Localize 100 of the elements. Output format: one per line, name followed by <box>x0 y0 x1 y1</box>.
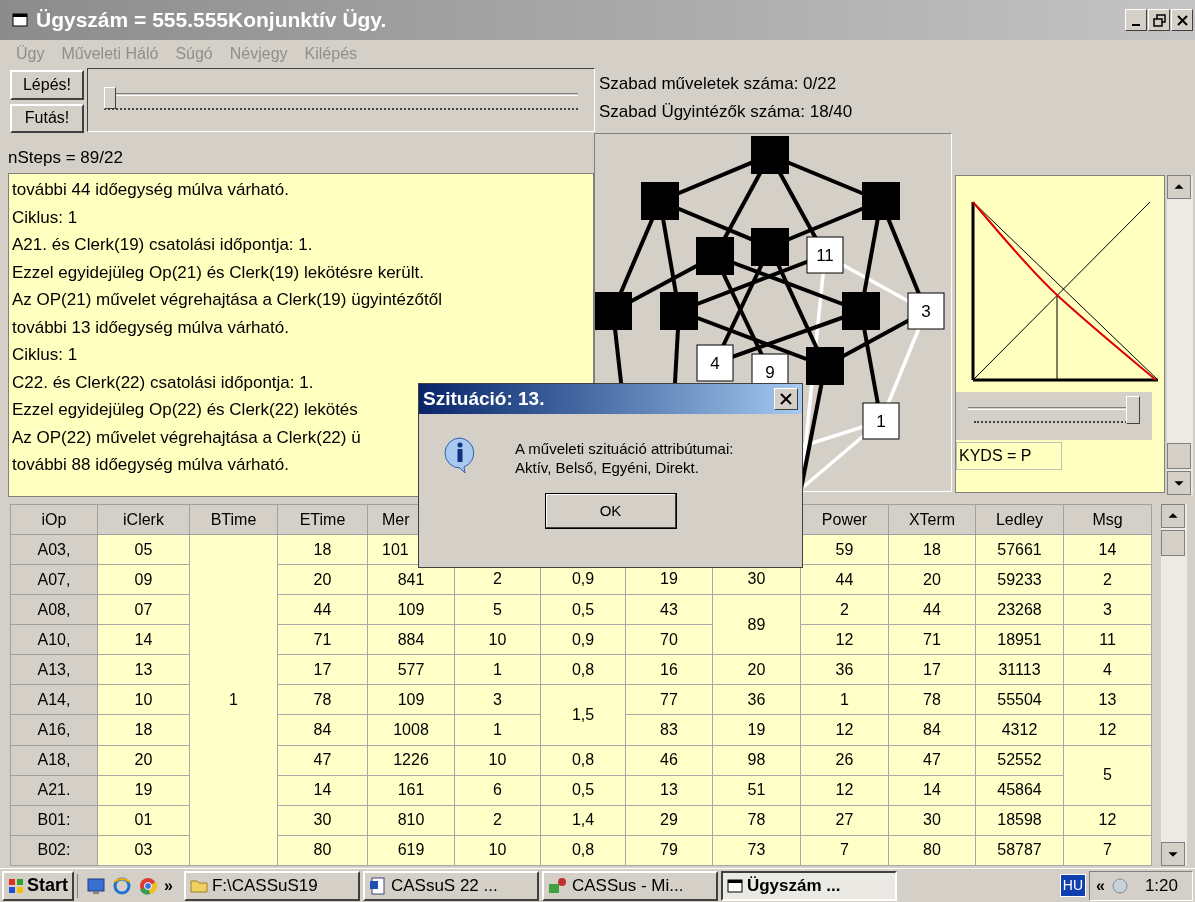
table-cell: 80 <box>888 835 976 866</box>
table-cell: 43 <box>625 594 713 625</box>
kyds-field[interactable]: KYDS = P <box>956 442 1062 470</box>
table-cell: 2 <box>454 805 541 836</box>
column-header[interactable]: BTime <box>189 504 278 535</box>
scroll-up-icon[interactable] <box>1161 504 1185 528</box>
table-cell: 47 <box>277 745 368 776</box>
scrollbar-thumb[interactable] <box>1167 443 1191 469</box>
row-header: A08, <box>10 594 98 625</box>
column-header[interactable]: iClerk <box>97 504 190 535</box>
table-cell: 18 <box>97 714 190 746</box>
scroll-up-icon[interactable] <box>1167 175 1191 199</box>
table-cell: 84 <box>888 714 976 746</box>
scrollbar-thumb[interactable] <box>1161 530 1185 556</box>
slider-thumb[interactable] <box>1126 396 1141 424</box>
column-header[interactable]: Power <box>800 504 889 535</box>
table-cell: 12 <box>800 775 889 806</box>
table-cell: 78 <box>277 684 368 715</box>
step-slider[interactable] <box>104 87 578 113</box>
table-cell: 7 <box>800 835 889 866</box>
table-cell: 12 <box>1063 714 1152 746</box>
close-icon <box>1174 12 1190 28</box>
folder-icon <box>189 877 208 894</box>
restore-button[interactable] <box>1148 9 1170 31</box>
table-cell: 98 <box>712 745 801 776</box>
table-cell: 17 <box>888 654 976 685</box>
table-cell: 2 <box>800 594 889 625</box>
scrollbar[interactable] <box>1167 175 1193 495</box>
table-cell: 18951 <box>975 624 1064 655</box>
table-cell: 810 <box>367 805 455 836</box>
button[interactable]: Lépés! <box>10 70 84 100</box>
table-cell: 13 <box>625 775 713 806</box>
table-cell: 1,4 <box>540 805 626 836</box>
table-cell: 11 <box>1063 624 1152 655</box>
more-button[interactable]: » <box>164 873 173 898</box>
log-line: Az OP(21) művelet végrehajtása a Clerk(19) ügyintézőtől <box>12 289 442 311</box>
ok-button[interactable]: OK <box>544 493 677 529</box>
taskbar-button[interactable]: CASsuS 22 ... <box>362 870 539 901</box>
column-header[interactable]: XTerm <box>888 504 976 535</box>
table-cell: 03 <box>97 835 190 866</box>
table-cell: 19 <box>712 714 801 746</box>
language-indicator[interactable]: HU <box>1059 874 1086 897</box>
taskbar-button[interactable]: F:\CASSuS19 <box>183 870 360 901</box>
desktop-icon[interactable] <box>86 875 106 896</box>
table-cell: 1 <box>454 654 541 685</box>
row-header: A13, <box>10 654 98 685</box>
button[interactable]: Futás! <box>10 103 84 133</box>
close-button[interactable] <box>774 388 798 410</box>
table-cell: 12 <box>800 624 889 655</box>
chrome-like-icon[interactable] <box>138 875 158 896</box>
scrollbar[interactable] <box>1161 504 1187 866</box>
table-cell: 16 <box>625 654 713 685</box>
graph-node <box>842 292 880 330</box>
slider-thumb[interactable] <box>104 87 116 109</box>
table-cell: 3 <box>454 684 541 715</box>
table-cell: 17 <box>277 654 368 685</box>
table-cell: 84 <box>277 714 368 746</box>
table-cell: 46 <box>625 745 713 776</box>
table-cell: 14 <box>888 775 976 806</box>
log-line: további 44 időegység múlva várható. <box>12 179 289 201</box>
table-cell: 51 <box>712 775 801 806</box>
taskbar-button[interactable]: CASSus - Mi... <box>541 870 718 901</box>
table-cell: 83 <box>625 714 713 746</box>
close-icon <box>779 392 793 406</box>
close-button[interactable] <box>1171 9 1193 31</box>
node-label: 4 <box>696 344 734 382</box>
scroll-down-icon[interactable] <box>1161 842 1185 866</box>
kyds-slider[interactable] <box>956 392 1152 440</box>
table-cell: 07 <box>97 594 190 625</box>
window-icon <box>12 13 28 27</box>
column-header[interactable]: Msg <box>1063 504 1152 535</box>
table-cell: 18598 <box>975 805 1064 836</box>
table-cell-text: 5 <box>1102 765 1113 786</box>
log-line: A21. és Clerk(19) csatolási időpontja: 1. <box>12 234 313 256</box>
column-header[interactable]: ETime <box>277 504 368 535</box>
info-icon <box>443 436 477 474</box>
dialog-title: Szituáció: 13. <box>423 386 545 411</box>
node-label: 1 <box>862 402 900 440</box>
table-cell: 1 <box>454 714 541 746</box>
minimize-button[interactable] <box>1125 9 1147 31</box>
table-cell: 884 <box>367 624 455 655</box>
table-cell: 0,5 <box>540 775 626 806</box>
table-cell: 71 <box>277 624 368 655</box>
log-line: további 88 időegység múlva várható. <box>12 454 289 476</box>
table-cell: 5 <box>454 594 541 625</box>
column-header[interactable]: Ledley <box>975 504 1064 535</box>
table-cell: 1226 <box>367 745 455 776</box>
table-cell: 13 <box>97 654 190 685</box>
scroll-down-icon[interactable] <box>1167 471 1191 495</box>
browser-icon[interactable] <box>112 875 132 896</box>
node-label: 3 <box>907 292 945 330</box>
start-button[interactable]: Start <box>2 870 74 901</box>
table-cell: 52552 <box>975 745 1064 776</box>
taskbar-button[interactable]: Ügyszám ... <box>720 870 897 901</box>
table-cell: 14 <box>277 775 368 806</box>
tray-expand-button[interactable]: « <box>1096 873 1105 898</box>
column-header[interactable]: iOp <box>10 504 98 535</box>
graph-node <box>806 347 844 385</box>
table-cell: 27 <box>800 805 889 836</box>
row-header: A16, <box>10 714 98 746</box>
